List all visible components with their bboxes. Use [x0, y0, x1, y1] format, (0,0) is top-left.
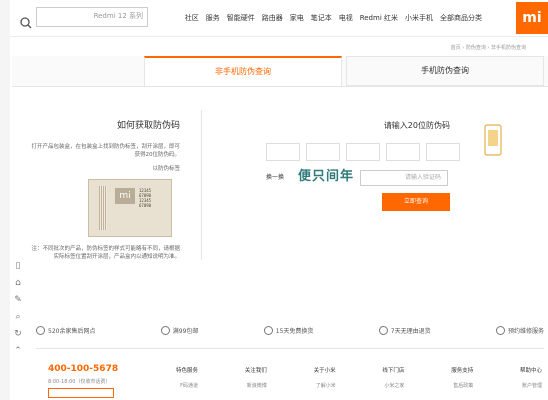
submit-button[interactable]: 立即查询	[382, 193, 450, 211]
service-item[interactable]: 15天免费换货	[263, 322, 314, 338]
mi-logo[interactable]: mi	[516, 2, 548, 34]
gift-icon	[160, 325, 170, 335]
label-mi-logo: mi	[115, 188, 135, 204]
breadcrumb: 首页 › 防伪查询 › 非手机防伪查询	[450, 45, 526, 51]
footer-link[interactable]: 售后政策	[453, 382, 473, 389]
code-input-1[interactable]	[266, 143, 300, 161]
service-item[interactable]: 7天无理由退货	[378, 322, 431, 338]
location-icon	[36, 325, 45, 335]
nav-link[interactable]: 小米手机	[405, 13, 433, 23]
search-icon[interactable]	[17, 14, 35, 32]
footer-column: 帮助中心 账户管理	[520, 366, 542, 389]
footer-link[interactable]: 了解小米	[316, 382, 336, 389]
service-item[interactable]: 520余家售后网点	[36, 322, 95, 338]
service-bar: 预约维修服务 7天无理由退货 15天免费换货 满99包邮 520余家售后网点	[36, 322, 544, 338]
exchange-icon	[263, 325, 273, 335]
how-to-panel: 如何获取防伪码 打开产品包装盒，在包装盒上找到防伪标签，刮开涂层，即可获得20位…	[30, 118, 180, 267]
nav-link[interactable]: 全部商品分类	[440, 13, 482, 23]
nav-link[interactable]: 智能硬件	[227, 13, 255, 23]
nav-link[interactable]: Redmi 红米	[360, 13, 398, 23]
search-box[interactable]: Redmi 12 系列	[20, 7, 148, 29]
nav-link[interactable]: 路由器	[262, 13, 283, 23]
footer-column-title: 服务支持	[451, 368, 474, 374]
footer-column-title: 线下门店	[382, 368, 405, 374]
captcha-image[interactable]: 便只间年	[298, 166, 356, 188]
footer-divider	[36, 348, 544, 349]
footer-column: 线下门店 小米之家	[382, 366, 404, 389]
side-tool-icon[interactable]: ⌃	[10, 343, 26, 360]
footer-column: 关于小米 了解小米	[314, 366, 336, 389]
captcha-refresh-link[interactable]: 换一换	[266, 172, 284, 181]
footer-column-title: 帮助中心	[519, 368, 542, 374]
footer-columns: 帮助中心账户管理 服务支持售后政策 线下门店小米之家 关于小米了解小米 关注我们新浪微博…	[176, 366, 542, 389]
nav-link[interactable]: 服务	[206, 13, 220, 23]
panel-divider	[201, 110, 202, 260]
barcode-stripe	[99, 186, 107, 230]
footer-column: 关注我们 新浪微博	[245, 366, 267, 389]
footer-column-title: 关注我们	[244, 368, 267, 374]
service-label: 满99包邮	[172, 327, 199, 335]
code-input-group	[266, 143, 460, 161]
nav-link[interactable]: 电视	[339, 13, 353, 23]
code-input-2[interactable]	[306, 143, 340, 161]
hotline-number: 400-100-5678	[48, 364, 119, 374]
return-icon	[378, 325, 388, 335]
tab-non-phone-check[interactable]: 非手机防伪查询	[144, 56, 342, 86]
code-input-title: 请输入20位防伪码	[383, 121, 450, 130]
footer-column: 服务支持 售后政策	[451, 366, 473, 389]
side-tool-icon[interactable]: ▯	[10, 258, 26, 275]
footer-link[interactable]: 账户管理	[522, 382, 542, 389]
tag-icon	[484, 124, 502, 156]
side-tool-icon[interactable]: ✎	[10, 292, 26, 309]
service-item[interactable]: 预约维修服务	[495, 322, 544, 338]
captcha-input[interactable]: 请输入验证码	[360, 170, 448, 186]
code-input-5[interactable]	[426, 143, 460, 161]
side-toolbar: ▯ ⌂ ✎ ⌕ ↻ ⌃	[10, 258, 26, 360]
footer-link[interactable]: 小米之家	[384, 382, 404, 389]
label-numbers: 12345 67890 12345 67890	[139, 188, 152, 208]
service-item[interactable]: 满99包邮	[160, 322, 199, 338]
side-tool-icon[interactable]: ⌕	[10, 309, 26, 326]
hotline-hours: 8:00-18:00（仅收市话费）	[48, 379, 111, 385]
tab-bar: 手机防伪查询 非手机防伪查询	[12, 56, 548, 87]
footer-column-title: 特色服务	[176, 368, 199, 374]
side-tool-icon[interactable]: ⌂	[10, 275, 26, 292]
footer-link[interactable]: F码通道	[180, 382, 198, 389]
how-to-note: 注：不同批次的产品，防伪标签的样式可能略有不同，请根据实际标签位置刮开涂层，产品…	[31, 246, 180, 260]
how-to-step2: 以防伪标签	[152, 166, 180, 172]
footer-column-title: 关于小米	[313, 368, 336, 374]
footer-link[interactable]: 新浪微博	[247, 382, 267, 389]
search-placeholder: Redmi 12 系列	[93, 12, 143, 20]
anti-fake-label-image: mi 12345 67890 12345 67890	[88, 179, 172, 237]
nav-links: 全部商品分类 小米手机 Redmi 红米 电视 笔记本 家电 路由器 智能硬件 服务 社区	[185, 13, 482, 23]
how-to-step1: 打开产品包装盒，在包装盒上找到防伪标签，刮开涂层，即可获得20位防伪码。	[31, 144, 180, 158]
service-label: 7天无理由退货	[390, 327, 431, 335]
footer-column: 特色服务 F码通道	[176, 366, 198, 389]
service-label: 520余家售后网点	[48, 327, 96, 335]
online-service-button[interactable]	[48, 388, 114, 398]
service-label: 预约维修服务	[507, 327, 544, 335]
code-input-3[interactable]	[346, 143, 380, 161]
service-label: 15天免费换货	[275, 327, 314, 335]
nav-link[interactable]: 社区	[185, 13, 199, 23]
page-frame: Redmi 12 系列 全部商品分类 小米手机 Redmi 红米 电视 笔记本 家电 路由器…	[10, 0, 548, 400]
nav-link[interactable]: 笔记本	[311, 13, 332, 23]
wrench-icon	[495, 325, 505, 335]
code-input-4[interactable]	[386, 143, 420, 161]
nav-link[interactable]: 家电	[290, 13, 304, 23]
side-tool-icon[interactable]: ↻	[10, 326, 26, 343]
how-to-title: 如何获取防伪码	[116, 121, 180, 131]
top-nav: Redmi 12 系列 全部商品分类 小米手机 Redmi 红米 电视 笔记本 家电 路由器…	[10, 0, 548, 37]
tab-phone-check[interactable]: 手机防伪查询	[346, 56, 544, 86]
